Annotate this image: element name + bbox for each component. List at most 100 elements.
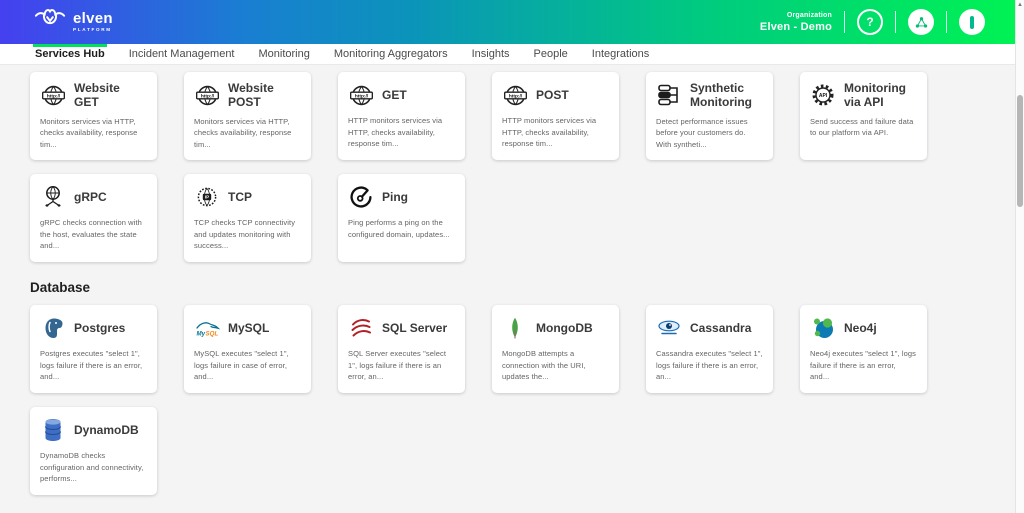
share-network-icon[interactable] — [908, 9, 934, 35]
tab-monitoring-aggregators[interactable]: Monitoring Aggregators — [334, 44, 448, 64]
card-description: Ping performs a ping on the configured d… — [348, 217, 455, 240]
grpc-globe-icon — [40, 184, 66, 210]
tab-label: Integrations — [592, 48, 649, 60]
card-header: http:// Website POST — [194, 81, 301, 110]
neo4j-icon — [810, 315, 836, 341]
card-title: Monitoring via API — [844, 81, 917, 110]
main-column: elven PLATFORM Organization Elven - Demo… — [0, 0, 1015, 513]
mongodb-icon — [502, 315, 528, 341]
service-card-post[interactable]: http:// POST HTTP monitors services via … — [492, 72, 619, 160]
service-card-sql-server[interactable]: SQL Server SQL Server executes "select 1… — [338, 305, 465, 393]
tab-label: Insights — [472, 48, 510, 60]
card-header: Neo4j — [810, 314, 917, 342]
brand-logo[interactable]: elven PLATFORM — [34, 7, 113, 37]
card-title: Synthetic Monitoring — [690, 81, 763, 110]
service-card-mysql[interactable]: My SQL MySQL MySQL executes "select 1", … — [184, 305, 311, 393]
card-title: GET — [382, 88, 407, 102]
content-area: http:// Website GET Monitors services vi… — [0, 65, 1015, 513]
card-title: MySQL — [228, 321, 269, 335]
brand-text: elven PLATFORM — [73, 11, 113, 33]
service-card-website-post[interactable]: http:// Website POST Monitors services v… — [184, 72, 311, 160]
card-title: POST — [536, 88, 569, 102]
flow-diagram-icon — [656, 82, 682, 108]
tab-incident-management[interactable]: Incident Management — [129, 44, 235, 64]
card-header: MongoDB — [502, 314, 609, 342]
main-nav: Services Hub Incident Management Monitor… — [0, 44, 1015, 65]
tab-people[interactable]: People — [534, 44, 568, 64]
card-title: Cassandra — [690, 321, 751, 335]
card-header: SQL Server — [348, 314, 455, 342]
svg-text:http://: http:// — [508, 93, 522, 99]
svg-text:IP: IP — [205, 195, 209, 200]
card-description: Postgres executes "select 1", logs failu… — [40, 348, 147, 383]
tab-label: Monitoring Aggregators — [334, 48, 448, 60]
card-description: DynamoDB checks configuration and connec… — [40, 450, 147, 485]
service-card-tcp[interactable]: IP TCP TCP checks TCP connectivity and u… — [184, 174, 311, 262]
card-header: Synthetic Monitoring — [656, 81, 763, 110]
help-icon[interactable]: ? — [857, 9, 883, 35]
card-header: Cassandra — [656, 314, 763, 342]
tab-insights[interactable]: Insights — [472, 44, 510, 64]
svg-text:http://: http:// — [354, 93, 368, 99]
tab-services-hub[interactable]: Services Hub — [35, 44, 105, 64]
service-card-website-get[interactable]: http:// Website GET Monitors services vi… — [30, 72, 157, 160]
service-card-mongodb[interactable]: MongoDB MongoDB attempts a connection wi… — [492, 305, 619, 393]
card-title: gRPC — [74, 190, 107, 204]
user-initial-icon[interactable] — [959, 9, 985, 35]
tab-label: Monitoring — [259, 48, 310, 60]
card-title: MongoDB — [536, 321, 593, 335]
header-divider — [946, 11, 947, 33]
tcp-globe-icon: IP — [194, 184, 220, 210]
organization-label: Organization — [760, 12, 832, 19]
card-title: DynamoDB — [74, 423, 139, 437]
http-globe-icon: http:// — [40, 82, 66, 108]
card-description: HTTP monitors services via HTTP, checks … — [502, 115, 609, 150]
card-description: gRPC checks connection with the host, ev… — [40, 217, 147, 252]
cassandra-icon — [656, 315, 682, 341]
service-card-ping[interactable]: Ping Ping performs a ping on the configu… — [338, 174, 465, 262]
card-header: Postgres — [40, 314, 147, 342]
card-description: Send success and failure data to our pla… — [810, 116, 917, 139]
http-globe-icon: http:// — [348, 82, 374, 108]
svg-text:API: API — [819, 93, 828, 99]
card-header: IP TCP — [194, 183, 301, 211]
card-description: Detect performance issues before your cu… — [656, 116, 763, 151]
card-header: http:// Website GET — [40, 81, 147, 110]
service-card-monitoring-via-api[interactable]: API Monitoring via API Send success and … — [800, 72, 927, 160]
tab-monitoring[interactable]: Monitoring — [259, 44, 310, 64]
svg-text:My: My — [197, 331, 206, 338]
user-bar-glyph — [970, 16, 974, 29]
card-header: DynamoDB — [40, 416, 147, 444]
service-card-cassandra[interactable]: Cassandra Cassandra executes "select 1",… — [646, 305, 773, 393]
app-header: elven PLATFORM Organization Elven - Demo… — [0, 0, 1015, 44]
card-title: SQL Server — [382, 321, 447, 335]
dynamodb-icon — [40, 417, 66, 443]
service-card-grpc[interactable]: gRPC gRPC checks connection with the hos… — [30, 174, 157, 262]
tab-integrations[interactable]: Integrations — [592, 44, 649, 64]
service-card-dynamodb[interactable]: DynamoDB DynamoDB checks configuration a… — [30, 407, 157, 495]
scroll-up-icon[interactable]: ▲ — [1016, 1, 1024, 9]
service-card-get[interactable]: http:// GET HTTP monitors services via H… — [338, 72, 465, 160]
service-card-postgres[interactable]: Postgres Postgres executes "select 1", l… — [30, 305, 157, 393]
postgres-icon — [40, 315, 66, 341]
card-header: gRPC — [40, 183, 147, 211]
service-card-synthetic-monitoring[interactable]: Synthetic Monitoring Detect performance … — [646, 72, 773, 160]
card-description: Monitors services via HTTP, checks avail… — [40, 116, 147, 151]
card-description: MongoDB attempts a connection with the U… — [502, 348, 609, 383]
database-grid: Postgres Postgres executes "select 1", l… — [30, 305, 1015, 495]
service-card-neo4j[interactable]: Neo4j Neo4j executes "select 1", logs fa… — [800, 305, 927, 393]
card-description: Neo4j executes "select 1", logs failure … — [810, 348, 917, 383]
tab-label: Incident Management — [129, 48, 235, 60]
card-header: http:// POST — [502, 81, 609, 109]
sqlserver-icon — [348, 315, 374, 341]
api-gear-icon: API — [810, 82, 836, 108]
scrollbar-track[interactable]: ▲ — [1015, 0, 1024, 513]
card-header: API Monitoring via API — [810, 81, 917, 110]
card-header: http:// GET — [348, 81, 455, 109]
ping-gauge-icon — [348, 184, 374, 210]
scrollbar-thumb[interactable] — [1017, 95, 1023, 207]
organization-selector[interactable]: Organization Elven - Demo — [760, 12, 832, 33]
card-title: Postgres — [74, 321, 125, 335]
tab-label: People — [534, 48, 568, 60]
card-description: Monitors services via HTTP, checks avail… — [194, 116, 301, 151]
